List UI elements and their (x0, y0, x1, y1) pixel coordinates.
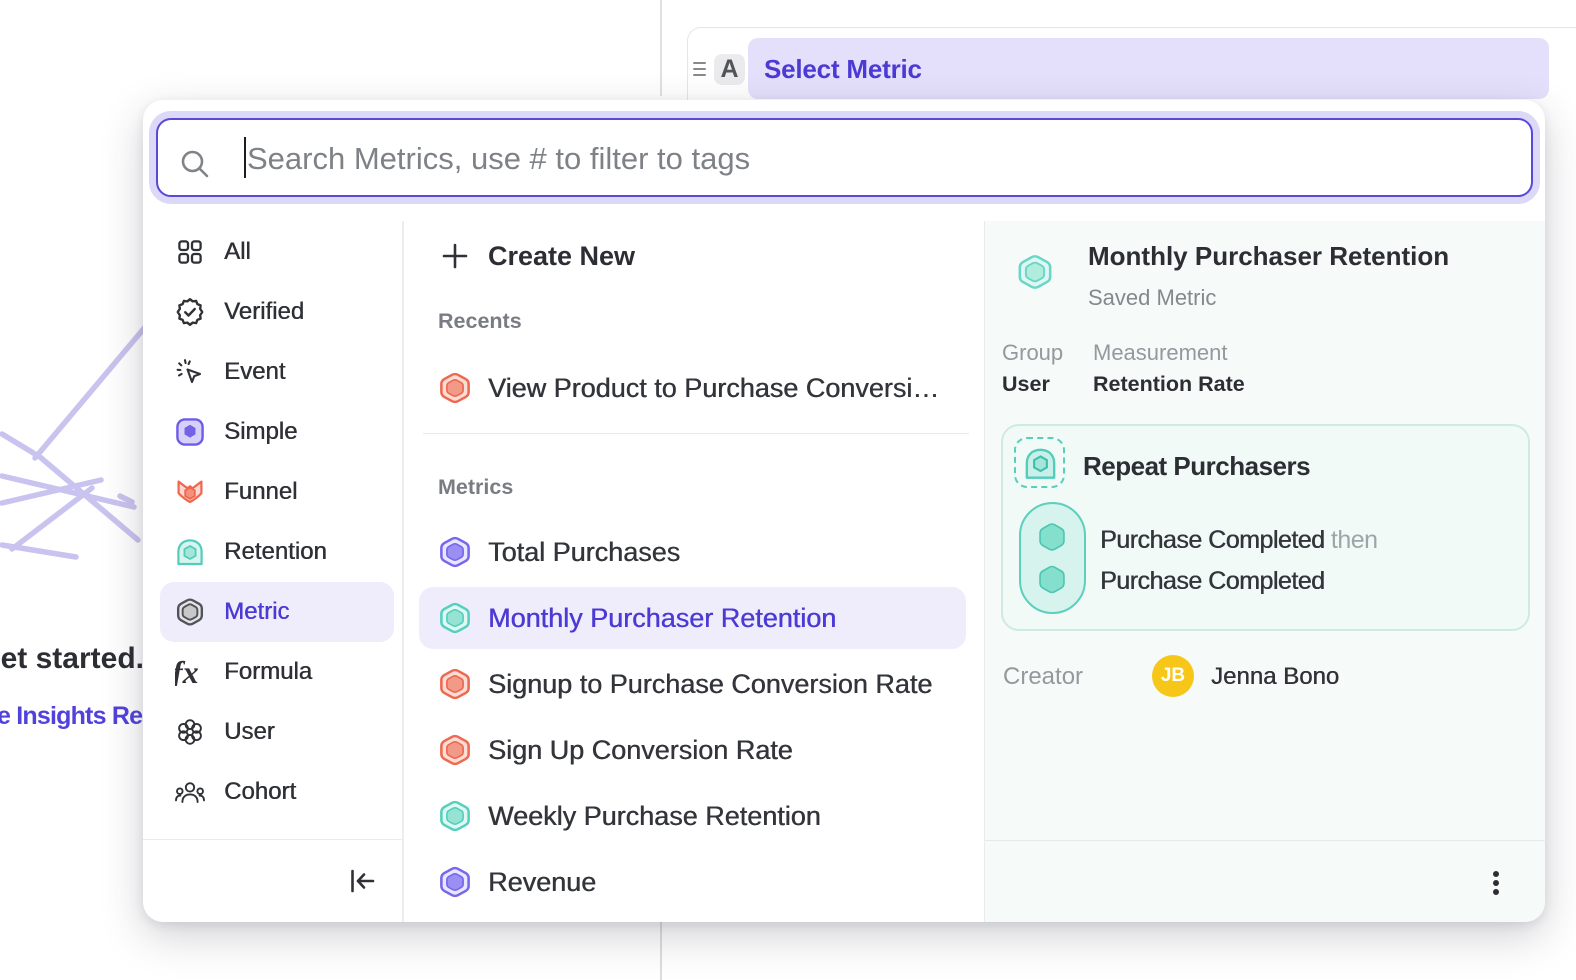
svg-text:fx: fx (175, 658, 199, 686)
